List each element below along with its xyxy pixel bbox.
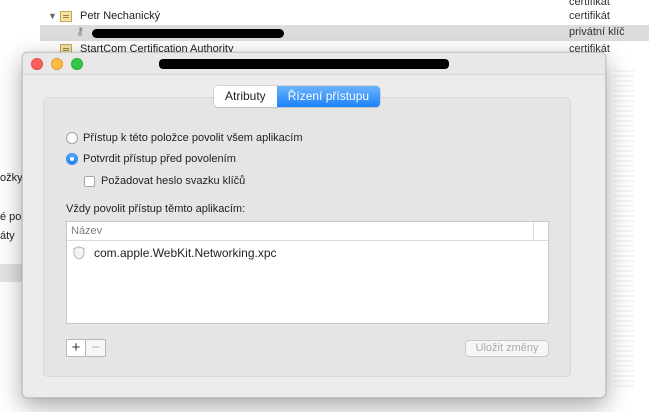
allow-all-option[interactable]: Přístup k této položce povolit všem apli…: [66, 130, 302, 146]
disclosure-triangle-icon[interactable]: ▼: [48, 11, 57, 21]
add-button[interactable]: +: [66, 339, 86, 357]
close-icon[interactable]: [31, 58, 43, 70]
confirm-access-label: Potvrdit přístup před povolením: [83, 153, 236, 165]
allow-all-label: Přístup k této položce povolit všem apli…: [83, 132, 303, 144]
truncated-text: ožky: [0, 172, 23, 184]
require-password-checkbox[interactable]: [84, 175, 95, 187]
table-row[interactable]: com.apple.WebKit.Networking.xpc: [73, 245, 277, 261]
allow-all-radio[interactable]: [66, 132, 78, 144]
remove-button[interactable]: −: [86, 339, 106, 357]
shield-icon: [73, 246, 85, 260]
list-row-kind: certifikát: [569, 10, 610, 22]
add-remove-control: + −: [66, 339, 106, 357]
key-icon: ⚷: [76, 26, 85, 38]
require-password-label: Požadovat heslo svazku klíčů: [101, 175, 246, 187]
list-row-kind: certifikát: [569, 0, 610, 8]
save-changes-button[interactable]: Uložit změny: [465, 340, 549, 357]
minimize-icon[interactable]: [51, 58, 63, 70]
confirm-access-radio[interactable]: [66, 153, 78, 165]
background-column: [614, 70, 634, 390]
scroll-region: [0, 264, 22, 282]
title-bar[interactable]: [23, 53, 605, 75]
truncated-text: áty: [0, 230, 15, 242]
truncated-text: é po: [0, 211, 22, 223]
list-row-name: Petr Nechanický: [80, 10, 161, 22]
tab-attributes[interactable]: Atributy: [214, 86, 277, 107]
column-header-name[interactable]: Název: [67, 222, 548, 241]
access-control-window: Atributy Řízení přístupu Přístup k této …: [22, 52, 606, 398]
tab-access-control[interactable]: Řízení přístupu: [276, 86, 381, 107]
zoom-icon[interactable]: [71, 58, 83, 70]
apps-table[interactable]: Název com.apple.WebKit.Networking.xpc: [66, 221, 549, 324]
app-name: com.apple.WebKit.Networking.xpc: [94, 246, 277, 260]
column-divider: [533, 222, 534, 241]
redacted-window-title: [159, 59, 449, 69]
apps-section-label: Vždy povolit přístup těmto aplikacím:: [66, 203, 246, 215]
tab-control: Atributy Řízení přístupu: [214, 86, 381, 107]
list-row-selected[interactable]: ⚷ privátní klíč: [40, 25, 649, 41]
redacted-text: [92, 29, 284, 38]
list-row[interactable]: ▼ Petr Nechanický certifikát: [0, 9, 649, 25]
require-password-option[interactable]: Požadovat heslo svazku klíčů: [84, 173, 245, 189]
confirm-access-option[interactable]: Potvrdit přístup před povolením: [66, 151, 236, 167]
list-row-kind: privátní klíč: [569, 26, 625, 38]
certificate-icon: [60, 11, 72, 22]
